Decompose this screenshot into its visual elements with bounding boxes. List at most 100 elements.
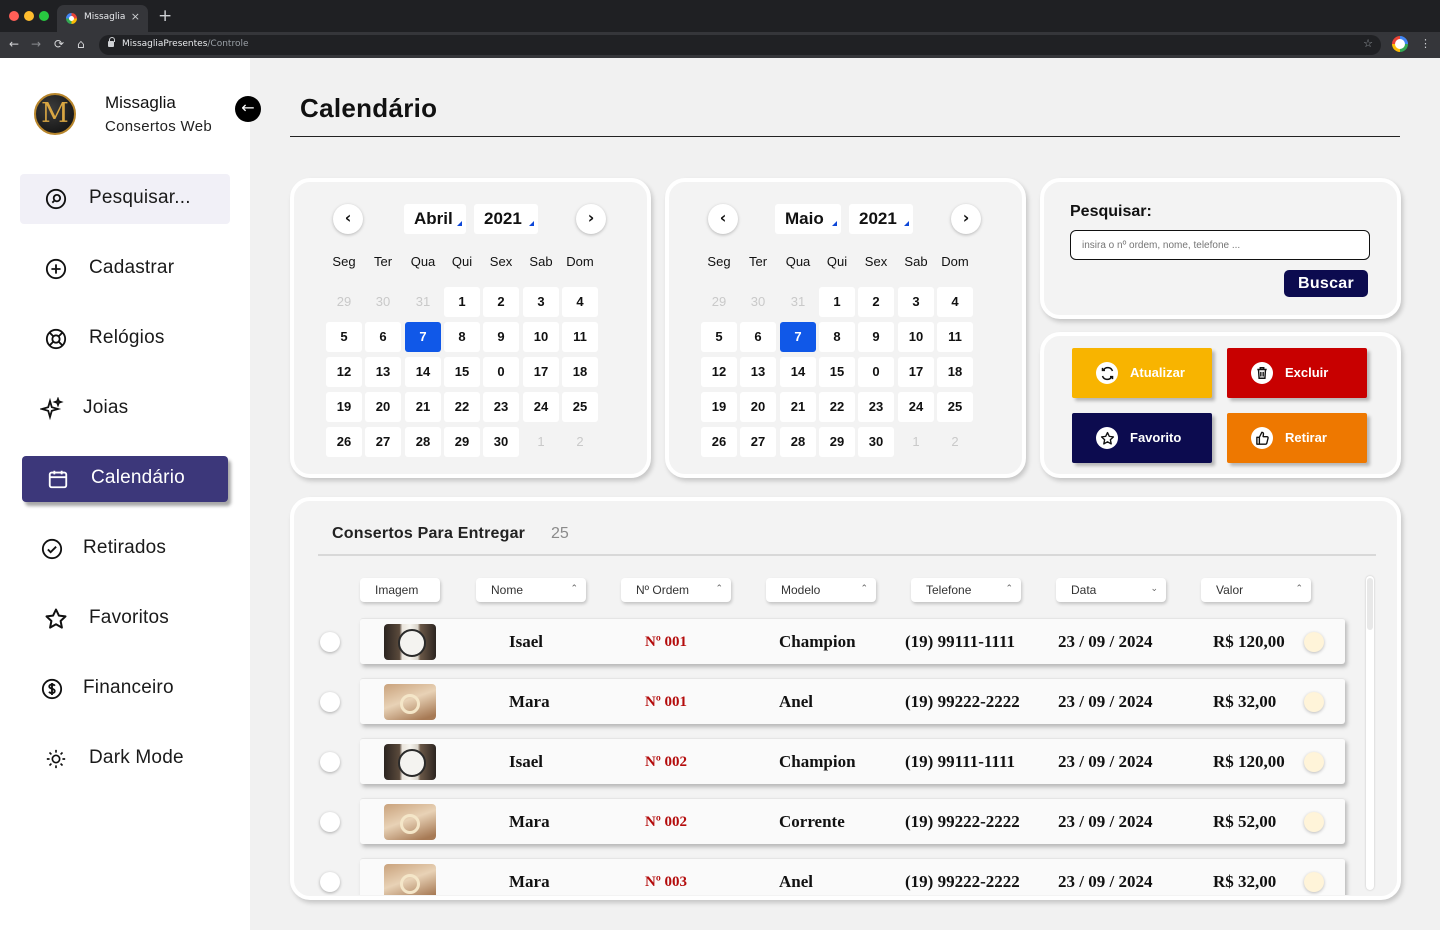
- column-header-ordem[interactable]: Nº Ordem ⌃: [621, 578, 731, 602]
- row-favorite-toggle[interactable]: [1304, 632, 1324, 652]
- calendar-day[interactable]: 27: [365, 427, 401, 457]
- calendar-day[interactable]: 13: [365, 357, 401, 387]
- calendar-day[interactable]: 15: [444, 357, 480, 387]
- row-favorite-toggle[interactable]: [1304, 752, 1324, 772]
- calendar-day[interactable]: 22: [444, 392, 480, 422]
- calendar-prev-button[interactable]: ‹: [708, 204, 738, 234]
- calendar-day[interactable]: 1: [444, 287, 480, 317]
- calendar-day[interactable]: 20: [740, 392, 776, 422]
- table-row[interactable]: Isael Nº 001 Champion (19) 99111-1111 23 / 0…: [360, 618, 1345, 664]
- calendar-day[interactable]: 8: [444, 322, 480, 352]
- calendar-day[interactable]: 29: [444, 427, 480, 457]
- calendar-day[interactable]: 30: [483, 427, 519, 457]
- calendar-day[interactable]: 31: [780, 287, 816, 317]
- row-select-radio[interactable]: [320, 632, 340, 652]
- atualizar-button[interactable]: Atualizar: [1072, 348, 1212, 398]
- table-row[interactable]: Mara Nº 001 Anel (19) 99222-2222 23 / 09 / 2…: [360, 678, 1345, 724]
- calendar-day[interactable]: 18: [937, 357, 973, 387]
- calendar-prev-button[interactable]: ‹: [333, 204, 363, 234]
- calendar-day[interactable]: 5: [701, 322, 737, 352]
- sidebar-item-dark-mode[interactable]: Dark Mode: [20, 734, 230, 784]
- calendar-day[interactable]: 28: [780, 427, 816, 457]
- row-select-radio[interactable]: [320, 752, 340, 772]
- calendar-day[interactable]: 0: [483, 357, 519, 387]
- sidebar-item-cadastrar[interactable]: Cadastrar: [20, 244, 230, 294]
- calendar-day[interactable]: 19: [326, 392, 362, 422]
- calendar-day[interactable]: 1: [819, 287, 855, 317]
- calendar-day[interactable]: 17: [898, 357, 934, 387]
- calendar-day[interactable]: 12: [701, 357, 737, 387]
- calendar-day[interactable]: 21: [405, 392, 441, 422]
- calendar-day[interactable]: 25: [937, 392, 973, 422]
- calendar-day[interactable]: 6: [365, 322, 401, 352]
- tab-close-icon[interactable]: ×: [131, 10, 140, 23]
- sidebar-item-relogios[interactable]: Relógios: [20, 314, 230, 364]
- calendar-day[interactable]: 11: [562, 322, 598, 352]
- calendar-day[interactable]: 13: [740, 357, 776, 387]
- sidebar-item-financeiro[interactable]: Financeiro: [20, 664, 230, 714]
- column-header-valor[interactable]: Valor ⌃: [1201, 578, 1311, 602]
- home-icon[interactable]: ⌂: [77, 37, 85, 51]
- sidebar-item-calendario[interactable]: Calendário: [22, 456, 228, 502]
- calendar-day[interactable]: 17: [523, 357, 559, 387]
- close-window-icon[interactable]: [9, 11, 19, 21]
- calendar-next-button[interactable]: ›: [576, 204, 606, 234]
- retirar-button[interactable]: Retirar: [1227, 413, 1367, 463]
- sidebar-item-favoritos[interactable]: Favoritos: [20, 594, 230, 644]
- excluir-button[interactable]: Excluir: [1227, 348, 1367, 398]
- calendar-day[interactable]: 2: [483, 287, 519, 317]
- calendar-day[interactable]: 9: [483, 322, 519, 352]
- calendar-day[interactable]: 3: [898, 287, 934, 317]
- calendar-day[interactable]: 15: [819, 357, 855, 387]
- calendar-day[interactable]: 29: [701, 287, 737, 317]
- list-scrollbar[interactable]: [1366, 576, 1374, 890]
- column-header-data[interactable]: Data ⌄: [1056, 578, 1166, 602]
- browser-menu-icon[interactable]: ⋮: [1420, 37, 1431, 50]
- calendar-day-selected[interactable]: 7: [405, 322, 441, 352]
- back-icon[interactable]: ←: [9, 37, 19, 51]
- new-tab-button[interactable]: +: [158, 6, 172, 26]
- calendar-day[interactable]: 3: [523, 287, 559, 317]
- address-bar[interactable]: MissagliaPresentes/Controle ☆: [99, 35, 1381, 55]
- calendar-day[interactable]: 30: [365, 287, 401, 317]
- sidebar-item-joias[interactable]: Joias: [20, 384, 230, 434]
- calendar-day[interactable]: 14: [405, 357, 441, 387]
- calendar-day[interactable]: 31: [405, 287, 441, 317]
- calendar-day[interactable]: 10: [523, 322, 559, 352]
- bookmark-star-icon[interactable]: ☆: [1363, 37, 1373, 50]
- calendar-day[interactable]: 30: [858, 427, 894, 457]
- row-favorite-toggle[interactable]: [1304, 692, 1324, 712]
- collapse-sidebar-button[interactable]: ←: [235, 96, 261, 122]
- row-select-radio[interactable]: [320, 872, 340, 892]
- calendar-day[interactable]: 27: [740, 427, 776, 457]
- calendar-day[interactable]: 4: [937, 287, 973, 317]
- search-input[interactable]: [1070, 230, 1370, 260]
- scrollbar-thumb[interactable]: [1367, 578, 1373, 630]
- month-select[interactable]: Maio: [775, 204, 841, 234]
- google-account-icon[interactable]: [1392, 36, 1408, 52]
- calendar-day[interactable]: 2: [858, 287, 894, 317]
- calendar-day[interactable]: 23: [858, 392, 894, 422]
- column-header-modelo[interactable]: Modelo ⌃: [766, 578, 876, 602]
- calendar-day[interactable]: 26: [701, 427, 737, 457]
- calendar-day[interactable]: 6: [740, 322, 776, 352]
- calendar-day[interactable]: 14: [780, 357, 816, 387]
- forward-icon[interactable]: →: [31, 37, 41, 51]
- calendar-day[interactable]: 30: [740, 287, 776, 317]
- table-row[interactable]: Mara Nº 003 Anel (19) 99222-2222 23 / 09 / 2…: [360, 858, 1345, 895]
- calendar-day[interactable]: 19: [701, 392, 737, 422]
- calendar-day[interactable]: 29: [326, 287, 362, 317]
- row-favorite-toggle[interactable]: [1304, 812, 1324, 832]
- search-button[interactable]: Buscar: [1284, 270, 1368, 297]
- row-select-radio[interactable]: [320, 812, 340, 832]
- maximize-window-icon[interactable]: [39, 11, 49, 21]
- calendar-day[interactable]: 21: [780, 392, 816, 422]
- reload-icon[interactable]: ⟳: [54, 37, 64, 51]
- calendar-day[interactable]: 24: [898, 392, 934, 422]
- row-favorite-toggle[interactable]: [1304, 872, 1324, 892]
- calendar-day[interactable]: 28: [405, 427, 441, 457]
- calendar-day[interactable]: 11: [937, 322, 973, 352]
- calendar-day[interactable]: 2: [562, 427, 598, 457]
- calendar-day[interactable]: 18: [562, 357, 598, 387]
- favorito-button[interactable]: Favorito: [1072, 413, 1212, 463]
